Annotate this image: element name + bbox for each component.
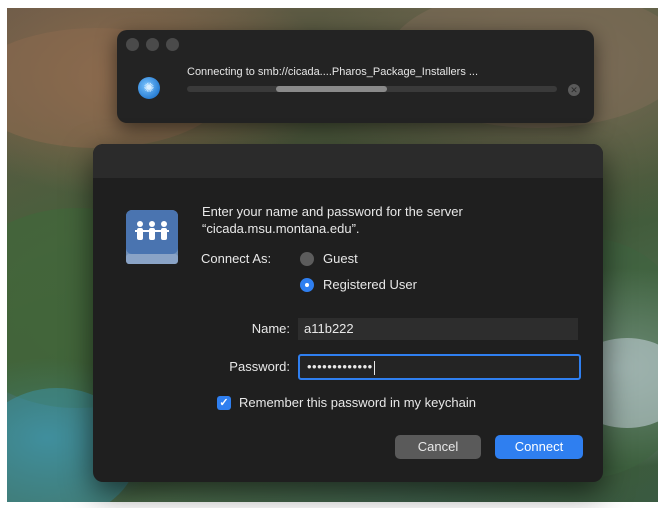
minimize-window-button[interactable] <box>146 38 159 51</box>
guest-label: Guest <box>323 251 358 266</box>
password-field[interactable]: ••••••••••••• <box>298 354 581 380</box>
login-prompt: Enter your name and password for the ser… <box>202 203 562 237</box>
remember-password-checkbox[interactable]: ✓ <box>217 395 231 410</box>
file-server-icon <box>126 210 178 264</box>
password-value: ••••••••••••• <box>307 359 373 374</box>
password-label: Password: <box>229 359 290 374</box>
name-field[interactable]: a11b222 <box>298 318 578 340</box>
stop-icon[interactable]: ✕ <box>568 84 580 96</box>
connect-as-label: Connect As: <box>201 251 272 266</box>
globe-icon: ✺ <box>138 77 160 99</box>
connecting-progress-window: ✺ Connecting to smb://cicada....Pharos_P… <box>117 30 594 123</box>
remember-password-label: Remember this password in my keychain <box>239 395 476 410</box>
server-login-dialog: Enter your name and password for the ser… <box>93 144 603 482</box>
cancel-button[interactable]: Cancel <box>395 435 481 459</box>
connection-progress-bar <box>187 86 557 92</box>
guest-radio-option[interactable]: Guest <box>300 251 358 266</box>
guest-radio[interactable] <box>300 251 314 266</box>
connection-status-text: Connecting to smb://cicada....Pharos_Pac… <box>187 66 479 78</box>
remember-password-option[interactable]: ✓ Remember this password in my keychain <box>217 395 476 410</box>
registered-user-radio[interactable] <box>300 277 314 292</box>
text-caret <box>373 360 375 375</box>
registered-user-label: Registered User <box>323 277 417 292</box>
zoom-window-button[interactable] <box>166 38 179 51</box>
registered-user-radio-option[interactable]: Registered User <box>300 277 417 292</box>
name-value: a11b222 <box>304 321 354 336</box>
prompt-line-2: “cicada.msu.montana.edu”. <box>202 221 360 236</box>
prompt-line-1: Enter your name and password for the ser… <box>202 204 463 219</box>
name-label: Name: <box>251 321 290 336</box>
progress-bar-fill <box>276 86 387 92</box>
dialog-titlebar <box>93 144 603 178</box>
close-window-button[interactable] <box>126 38 139 51</box>
connect-button[interactable]: Connect <box>495 435 583 459</box>
